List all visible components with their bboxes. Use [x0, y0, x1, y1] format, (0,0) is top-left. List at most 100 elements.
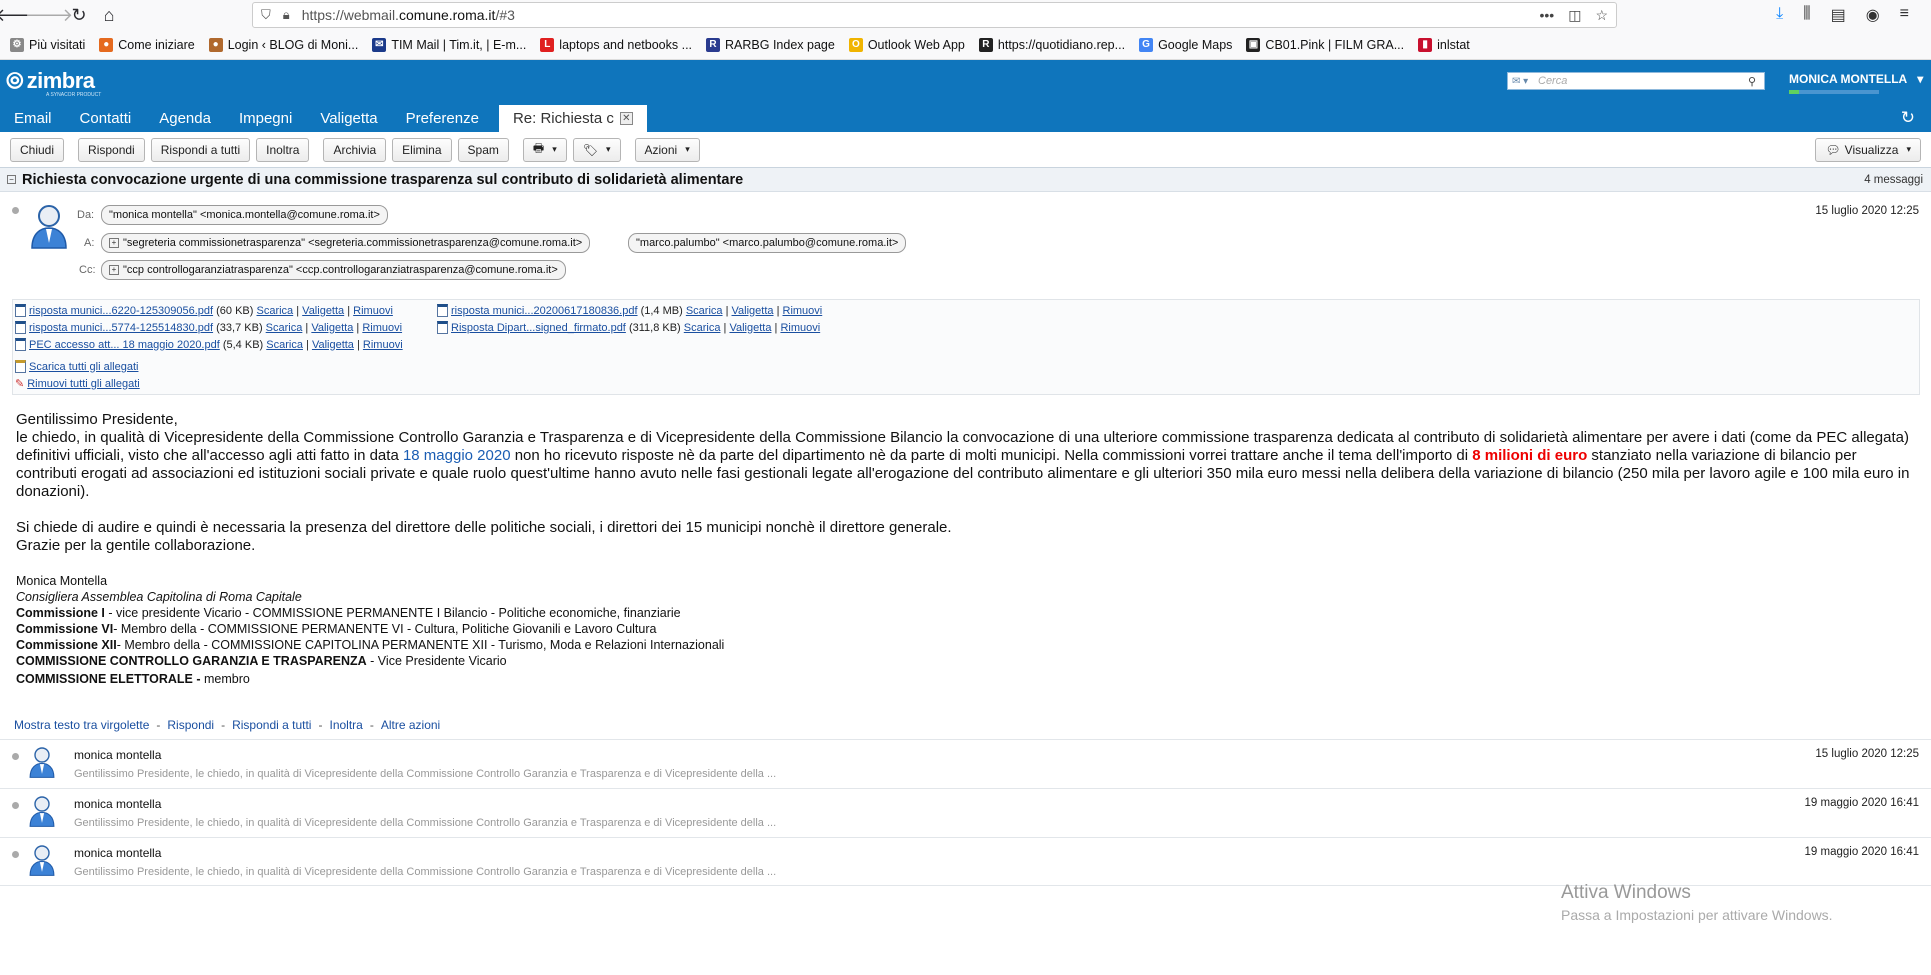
user-menu[interactable]: MONICA MONTELLA ▾: [1789, 72, 1923, 86]
forward-button[interactable]: Inoltra: [256, 137, 310, 162]
reply-button[interactable]: Rispondi: [78, 137, 145, 162]
spam-button[interactable]: Spam: [457, 137, 509, 162]
tab-impegni[interactable]: Impegni: [225, 105, 306, 132]
cc-address-text: "ccp controllogaranziatrasparenza" <ccp.…: [123, 264, 558, 276]
search-input[interactable]: Cerca: [1538, 75, 1748, 87]
bookmark-item[interactable]: Llaptops and netbooks ...: [540, 37, 692, 52]
to-address-2[interactable]: "marco.palumbo" <marco.palumbo@comune.ro…: [628, 233, 907, 253]
bookmark-item[interactable]: O Outlook Web App: [848, 37, 965, 52]
forward-icon[interactable]: 🡒: [25, 1, 73, 29]
pocket-icon[interactable]: ◫: [1568, 7, 1581, 24]
show-quoted-link[interactable]: Mostra testo tra virgolette: [14, 718, 149, 732]
from-label: Da:: [77, 209, 95, 221]
attachment-name[interactable]: risposta munici...6220-125309056.pdf: [29, 305, 213, 317]
close-button[interactable]: Chiudi: [10, 137, 65, 162]
delete-button[interactable]: Elimina: [392, 137, 452, 162]
close-tab-icon[interactable]: ✕: [619, 112, 633, 125]
download-link[interactable]: Scarica: [684, 322, 721, 334]
briefcase-link[interactable]: Valigetta: [312, 339, 354, 351]
bookmark-item[interactable]: G Google Maps: [1139, 37, 1232, 52]
cc-address[interactable]: + "ccp controllogaranziatrasparenza" <ccp…: [101, 260, 566, 280]
bookmark-item[interactable]: R RARBG Index page: [706, 37, 835, 52]
more-actions-link[interactable]: Altre azioni: [381, 718, 440, 732]
remove-link[interactable]: Rimuovi: [353, 305, 393, 317]
download-link[interactable]: Scarica: [266, 322, 303, 334]
briefcase-link[interactable]: Valigetta: [311, 322, 353, 334]
unread-dot-icon[interactable]: [12, 802, 19, 809]
download-link[interactable]: Scarica: [266, 339, 303, 351]
attachment-name[interactable]: PEC accesso att... 18 maggio 2020.pdf: [29, 339, 220, 351]
remove-link[interactable]: Rimuovi: [780, 322, 820, 334]
briefcase-link[interactable]: Valigetta: [302, 305, 344, 317]
attachment-name[interactable]: risposta munici...5774-125514830.pdf: [29, 322, 213, 334]
to-address-1[interactable]: + "segreteria commissionetrasparenza" <se…: [101, 233, 591, 253]
briefcase-link[interactable]: Valigetta: [732, 305, 774, 317]
tab-agenda[interactable]: Agenda: [145, 105, 225, 132]
download-all-link[interactable]: Scarica tutti gli allegati: [29, 361, 138, 373]
attachment-item: risposta munici...5774-125514830.pdf (33…: [15, 321, 402, 334]
bookmark-item[interactable]: ✉ TIM Mail | Tim.it, | E-m...: [372, 37, 526, 52]
download-icon[interactable]: ⤓: [1776, 5, 1783, 25]
tab-valigetta[interactable]: Valigetta: [306, 105, 391, 132]
bookmark-item[interactable]: Rhttps://quotidiano.rep...: [978, 37, 1125, 52]
remove-link[interactable]: Rimuovi: [363, 339, 403, 351]
expand-icon[interactable]: +: [109, 238, 119, 248]
tab-contatti[interactable]: Contatti: [66, 105, 146, 132]
reply-all-button[interactable]: Rispondi a tutti: [150, 137, 251, 162]
archive-button[interactable]: Archivia: [323, 137, 387, 162]
refresh-icon[interactable]: ↻: [1901, 108, 1915, 128]
actions-button[interactable]: Azioni ▾: [634, 137, 700, 162]
attachment-name[interactable]: Risposta Dipart...signed_firmato.pdf: [451, 322, 626, 334]
forward-link[interactable]: Inoltra: [329, 718, 362, 732]
menu-icon[interactable]: ≡: [1900, 5, 1909, 25]
search-box[interactable]: ✉ ▾ Cerca ⚲: [1507, 72, 1765, 90]
sidebar-icon[interactable]: ▤: [1831, 5, 1846, 25]
tag-button[interactable]: 🏷︎ ▾: [572, 137, 621, 162]
bookmark-item[interactable]: ▮ inlstat: [1418, 37, 1470, 52]
collapsed-message[interactable]: monica montella Gentilissimo Presidente,…: [0, 837, 1931, 886]
reply-link[interactable]: Rispondi: [167, 718, 214, 732]
view-icon: 💬︎: [1825, 142, 1841, 157]
bookmark-item[interactable]: ● Come iniziare: [99, 37, 195, 52]
home-icon[interactable]: ⌂: [94, 1, 124, 29]
remove-link[interactable]: Rimuovi: [362, 322, 402, 334]
unread-dot-icon[interactable]: [12, 207, 19, 214]
pdf-icon: [437, 321, 448, 334]
reload-icon[interactable]: ↻: [64, 1, 94, 29]
logo-text: zimbra: [26, 68, 95, 93]
view-button[interactable]: 💬︎ Visualizza ▾: [1815, 137, 1921, 162]
unread-dot-icon[interactable]: [12, 753, 19, 760]
download-link[interactable]: Scarica: [686, 305, 723, 317]
tab-active-message[interactable]: Re: Richiesta c ✕: [498, 105, 647, 132]
collapsed-message[interactable]: monica montella Gentilissimo Presidente,…: [0, 788, 1931, 837]
attachment-name[interactable]: risposta munici...20200617180836.pdf: [451, 305, 638, 317]
remove-all-link[interactable]: Rimuovi tutti gli allegati: [27, 378, 140, 390]
library-icon[interactable]: ⫼: [1803, 5, 1810, 25]
unread-dot-icon[interactable]: [12, 851, 19, 858]
more-icon[interactable]: •••: [1539, 7, 1554, 24]
bookmark-star-icon[interactable]: ☆: [1595, 7, 1608, 24]
download-all: Scarica tutti gli allegati: [15, 360, 138, 373]
bookmark-item[interactable]: ▣ CB01.Pink | FILM GRA...: [1246, 37, 1404, 52]
bookmark-label: Outlook Web App: [867, 37, 965, 52]
reply-all-link[interactable]: Rispondi a tutti: [232, 718, 311, 732]
from-address[interactable]: "monica montella" <monica.montella@comun…: [101, 205, 388, 225]
url-bar[interactable]: ⛉ 🔒︎ https://webmail. comune.roma.it/#3 •…: [252, 2, 1617, 28]
account-icon[interactable]: ◉: [1866, 5, 1880, 25]
collapsed-message[interactable]: monica montella Gentilissimo Presidente,…: [0, 739, 1931, 788]
expand-icon[interactable]: +: [109, 265, 119, 275]
bookmark-item[interactable]: ● Login ‹ BLOG di Moni...: [208, 37, 358, 52]
person-icon: [29, 796, 55, 827]
mail-search-type-icon[interactable]: ✉ ▾: [1508, 76, 1538, 87]
download-link[interactable]: Scarica: [257, 305, 294, 317]
tab-email[interactable]: Email: [0, 105, 66, 132]
remove-link[interactable]: Rimuovi: [783, 305, 823, 317]
briefcase-link[interactable]: Valigetta: [729, 322, 771, 334]
conversation-header: − Richiesta convocazione urgente di una …: [0, 168, 1931, 192]
search-icon[interactable]: ⚲: [1748, 75, 1764, 88]
print-button[interactable]: 🖶 ▾: [522, 137, 567, 162]
tab-preferenze[interactable]: Preferenze: [392, 105, 493, 132]
collapse-icon[interactable]: −: [7, 175, 16, 184]
bookmark-item[interactable]: ⚙ Più visitati: [10, 37, 85, 52]
zimbra-logo[interactable]: ⦾ zimbra A SYNACOR PRODUCT: [6, 68, 101, 98]
